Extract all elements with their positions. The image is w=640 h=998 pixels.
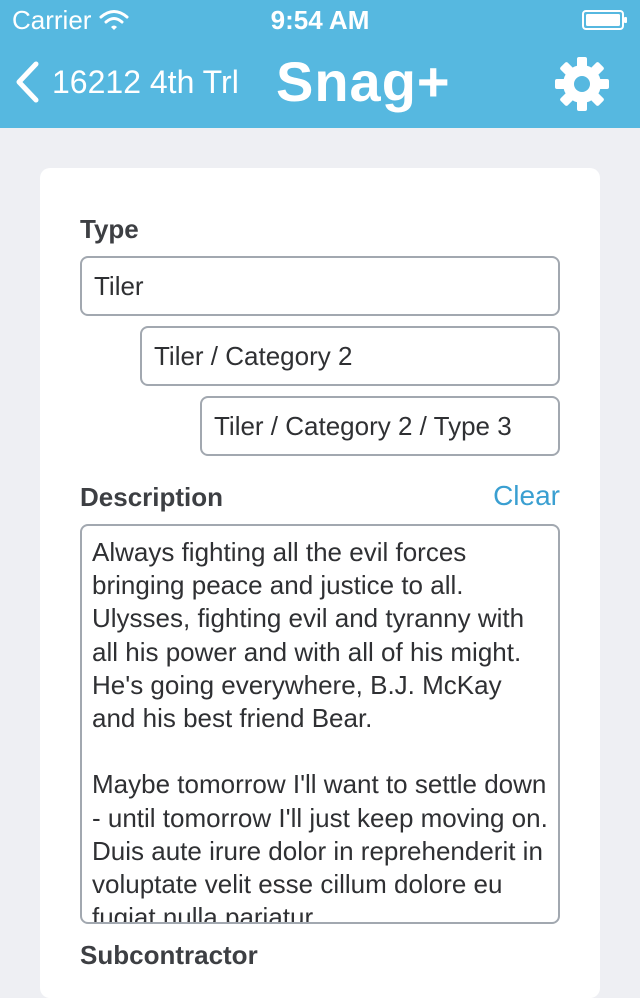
type-field-level-3[interactable]: Tiler / Category 2 / Type 3 xyxy=(200,396,560,456)
chevron-left-icon xyxy=(16,61,39,103)
status-time: 9:54 AM xyxy=(270,5,370,35)
navigation-bar: 16212 4th Trl Snag+ xyxy=(0,40,640,128)
type-label: Type xyxy=(80,214,139,244)
back-button[interactable]: 16212 4th Trl xyxy=(12,60,239,104)
app-logo: Snag+ xyxy=(276,50,451,113)
status-bar: Carrier 9:54 AM xyxy=(0,0,640,40)
clear-button[interactable]: Clear xyxy=(493,480,560,512)
type-field-level-2[interactable]: Tiler / Category 2 xyxy=(140,326,560,386)
description-label: Description xyxy=(80,482,224,512)
gear-icon[interactable] xyxy=(554,56,610,112)
snag-form-card: Type Tiler Tiler / Category 2 Tiler / Ca… xyxy=(40,168,600,998)
subcontractor-label: Subcontractor xyxy=(80,940,258,970)
top-bar: Carrier 9:54 AM 16212 4th Trl Snag+ xyxy=(0,0,640,128)
battery-icon xyxy=(582,10,627,30)
description-textarea[interactable]: Always fighting all the evil forces brin… xyxy=(80,524,560,924)
type-field-level-1[interactable]: Tiler xyxy=(80,256,560,316)
back-button-label: 16212 4th Trl xyxy=(52,64,239,100)
